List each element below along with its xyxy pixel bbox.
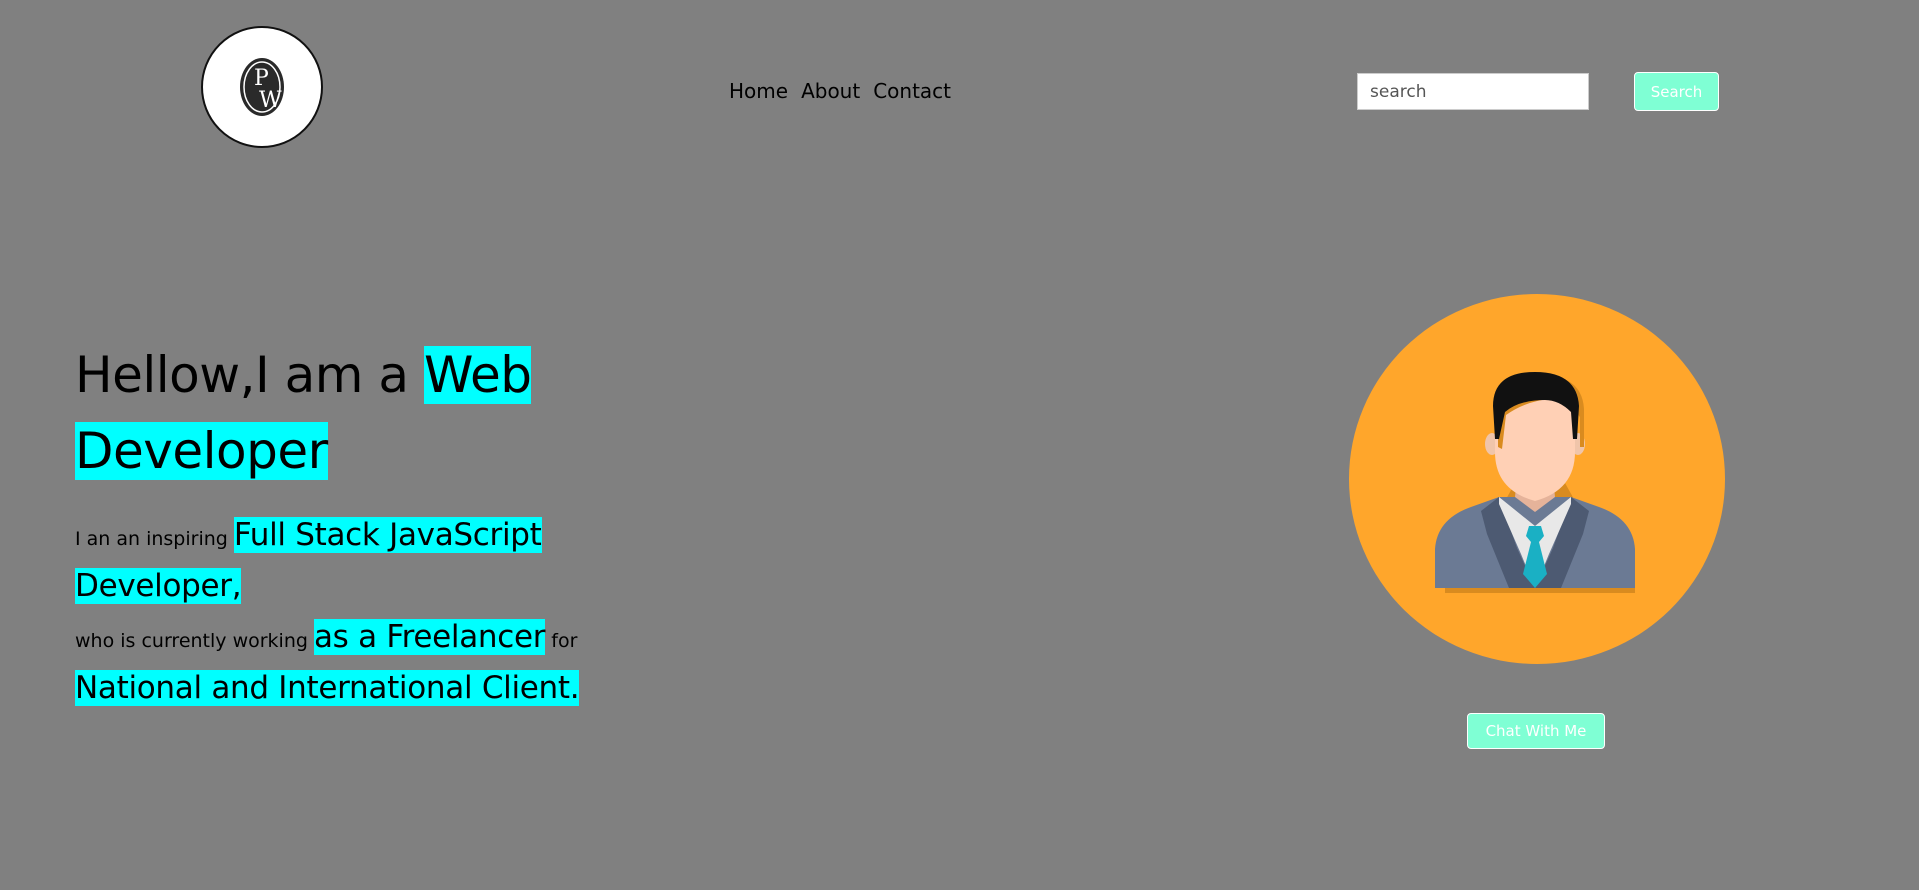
nav-about[interactable]: About (801, 78, 860, 104)
desc-highlight-2: as a Freelancer (313, 619, 546, 655)
businessman-avatar-icon (1435, 372, 1635, 593)
nav-contact[interactable]: Contact (873, 78, 951, 104)
svg-text:W: W (259, 88, 282, 113)
search-input[interactable] (1357, 73, 1589, 110)
page: P W Home About Contact Search Hellow,I a… (0, 0, 1919, 890)
search-button[interactable]: Search (1634, 72, 1719, 111)
pw-logo-icon: P W (240, 58, 284, 116)
avatar (1349, 294, 1725, 664)
hero-title: Hellow,I am a Web Developer (75, 337, 595, 489)
hero-title-prefix: Hellow,I am a (75, 346, 424, 404)
desc-text-2: who is currently working (75, 630, 314, 652)
hero-description: I an an inspiring Full Stack JavaScript … (75, 512, 635, 716)
nav-home[interactable]: Home (729, 78, 788, 104)
pw-logo[interactable]: P W (201, 26, 323, 148)
desc-text-3: for (545, 630, 578, 652)
chat-with-me-button[interactable]: Chat With Me (1467, 713, 1605, 749)
desc-highlight-3: National and International Client. (75, 670, 580, 706)
main-nav: Home About Contact (729, 78, 951, 104)
desc-text-1: I an an inspiring (75, 528, 234, 550)
